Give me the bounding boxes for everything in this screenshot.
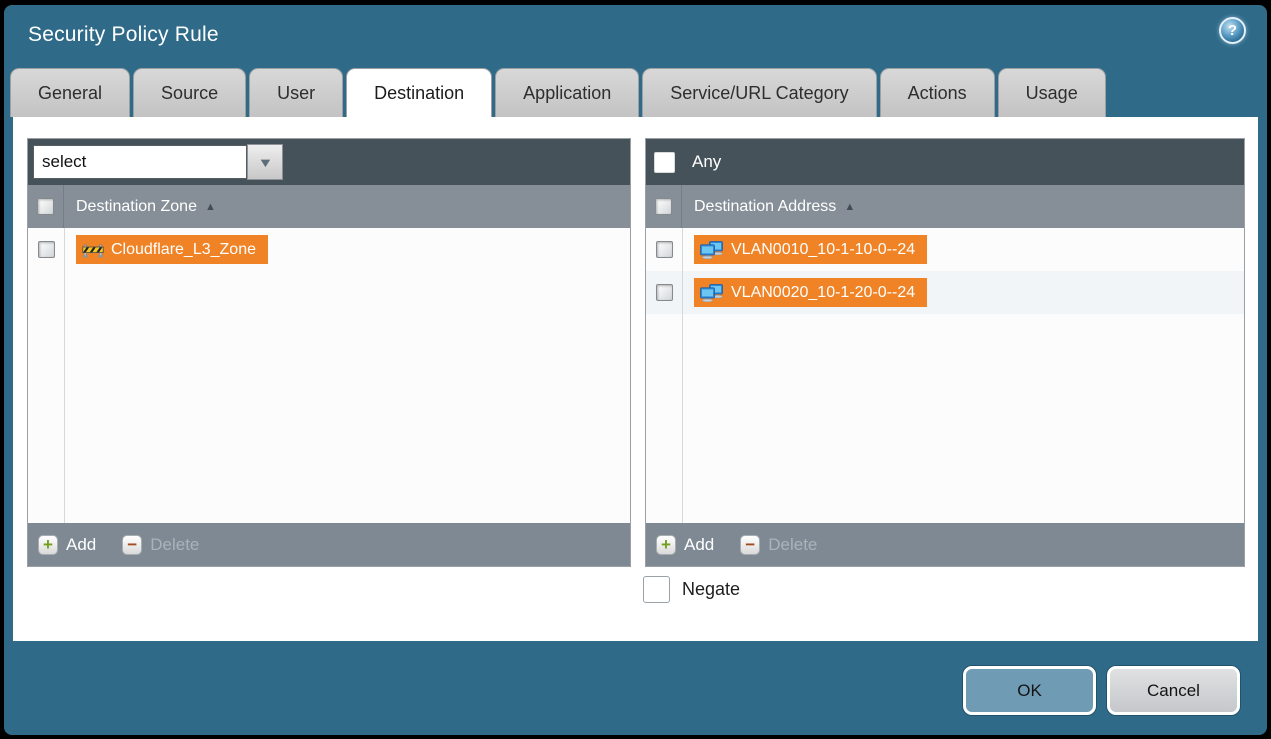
tab-general[interactable]: General [10,68,130,117]
zone-select-bar: ▼ [28,139,630,185]
row-checkbox[interactable] [656,241,673,258]
dialog-content: ▼ Destination Zone ▲ [13,117,1258,641]
ok-button[interactable]: OK [963,666,1096,715]
page-title: Security Policy Rule [28,5,219,65]
chevron-down-icon[interactable]: ▼ [247,144,283,180]
row-checkbox-cell [646,271,682,314]
address-icon [700,284,724,302]
title-bar: Security Policy Rule ? [4,5,1267,65]
row-checkbox[interactable] [656,284,673,301]
address-panel-footer: + Add − Delete [646,523,1244,566]
address-chip-label: VLAN0020_10-1-20-0--24 [731,284,915,302]
zone-panel-footer: + Add − Delete [28,523,630,566]
tab-actions[interactable]: Actions [880,68,995,117]
delete-icon: − [122,535,142,555]
any-checkbox[interactable] [654,152,675,173]
cancel-button[interactable]: Cancel [1107,666,1240,715]
row-checkbox-cell [28,228,64,271]
table-row: Cloudflare_L3_Zone [28,228,630,271]
address-chip-label: VLAN0010_10-1-10-0--24 [731,241,915,259]
destination-zone-panel: ▼ Destination Zone ▲ [27,138,631,567]
zone-column-label-cell: Destination Zone ▲ [64,185,216,228]
row-checkbox[interactable] [38,241,55,258]
help-glyph: ? [1228,22,1237,39]
zone-rows-area: Cloudflare_L3_Zone [28,228,630,523]
row-checkbox-cell [646,228,682,271]
dropdown-arrow-glyph: ▼ [257,155,273,170]
dialog-button-row: OK Cancel [963,666,1240,715]
zone-chip-label: Cloudflare_L3_Zone [111,241,256,259]
delete-button[interactable]: − Delete [740,535,817,555]
tab-bar: General Source User Destination Applicat… [10,68,1106,117]
select-all-zones-checkbox[interactable] [37,198,54,215]
tab-service-url-category[interactable]: Service/URL Category [642,68,876,117]
address-icon [700,241,724,259]
destination-address-panel: Any Destination Address ▲ [645,138,1245,567]
address-chip[interactable]: VLAN0010_10-1-10-0--24 [694,235,927,264]
tab-destination[interactable]: Destination [346,68,492,117]
table-row: VLAN0020_10-1-20-0--24 [646,271,1244,314]
negate-label: Negate [682,579,740,600]
any-bar: Any [646,139,1244,185]
zone-column-header[interactable]: Destination Zone ▲ [28,185,630,228]
negate-row: Negate [643,576,740,603]
tab-usage[interactable]: Usage [998,68,1106,117]
address-column-label-cell: Destination Address ▲ [682,185,855,228]
add-icon: + [38,535,58,555]
any-label: Any [692,152,721,172]
add-button[interactable]: + Add [656,535,714,555]
help-icon[interactable]: ? [1219,17,1246,44]
tab-application[interactable]: Application [495,68,639,117]
negate-checkbox[interactable] [643,576,670,603]
address-rows-area: VLAN0010_10-1-10-0--24 [646,228,1244,523]
column-header-label: Destination Zone [76,198,197,216]
delete-label: Delete [768,535,817,555]
table-row: VLAN0010_10-1-10-0--24 [646,228,1244,271]
address-chip[interactable]: VLAN0020_10-1-20-0--24 [694,278,927,307]
zone-chip[interactable]: Cloudflare_L3_Zone [76,235,268,264]
delete-icon: − [740,535,760,555]
delete-label: Delete [150,535,199,555]
add-button[interactable]: + Add [38,535,96,555]
sort-asc-icon: ▲ [844,201,855,213]
add-label: Add [66,535,96,555]
zone-icon [82,242,104,258]
tab-user[interactable]: User [249,68,343,117]
security-policy-rule-dialog: Security Policy Rule ? General Source Us… [4,5,1267,735]
add-label: Add [684,535,714,555]
column-header-label: Destination Address [694,198,836,216]
sort-asc-icon: ▲ [205,201,216,213]
address-column-header[interactable]: Destination Address ▲ [646,185,1244,228]
address-header-checkbox-cell [646,185,682,228]
delete-button[interactable]: − Delete [122,535,199,555]
select-all-addresses-checkbox[interactable] [655,198,672,215]
add-icon: + [656,535,676,555]
zone-header-checkbox-cell [28,185,64,228]
zone-select-input[interactable] [33,145,247,179]
tab-source[interactable]: Source [133,68,246,117]
